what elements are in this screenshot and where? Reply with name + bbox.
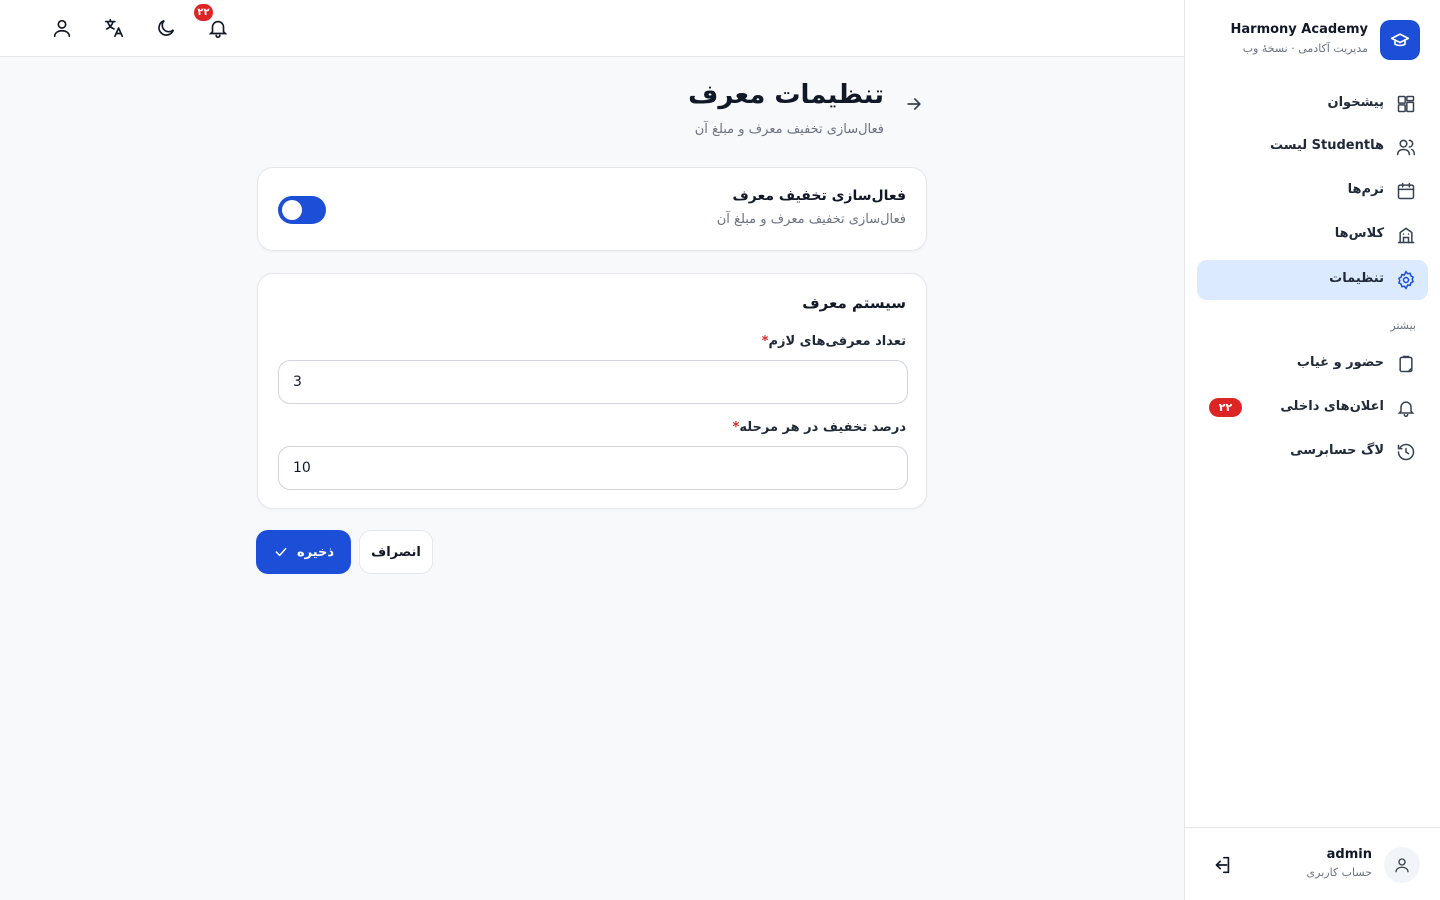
moon-icon[interactable] <box>155 17 177 39</box>
sidebar-item-label: لاگ حسابرسی <box>1290 443 1384 458</box>
save-button-label: ذخیره <box>296 544 335 560</box>
sidebar-item-classes[interactable]: کلاس‌ها <box>1197 215 1428 255</box>
dashboard-icon <box>1397 95 1415 113</box>
field-label-required-referrals: تعداد معرفی‌های لازم* <box>762 334 906 349</box>
sidebar-item-notifications[interactable]: اعلان‌های داخلی ۲۲ <box>1197 388 1428 428</box>
cancel-button-label: انصراف <box>371 544 421 560</box>
referral-system-card: سیستم معرف تعداد معرفی‌های لازم* درصد تخ… <box>257 273 927 509</box>
avatar[interactable] <box>1384 847 1420 883</box>
notification-count-badge: ۲۲ <box>1209 398 1242 417</box>
top-bar: ۲۲ <box>0 0 1184 57</box>
sidebar-item-label: حضور و غیاب <box>1296 355 1384 370</box>
arrow-right-icon[interactable] <box>904 94 924 114</box>
sidebar-item-label: تنظیمات <box>1329 271 1384 286</box>
referral-toggle-card: فعال‌سازی تخفیف معرف فعال‌سازی تخفیف معر… <box>257 167 927 251</box>
sidebar-item-label: کلاس‌ها <box>1334 226 1384 241</box>
logout-icon[interactable] <box>1211 854 1233 876</box>
users-icon <box>1396 139 1416 156</box>
page-subtitle: فعال‌سازی تخفیف معرف و مبلغ آن <box>694 122 884 137</box>
referral-discount-toggle[interactable] <box>278 196 326 224</box>
sidebar-item-dashboard[interactable]: پیشخوان <box>1197 84 1428 124</box>
discount-percent-input[interactable] <box>278 446 908 490</box>
sidebar-item-students[interactable]: لیست Studentها <box>1197 127 1428 167</box>
field-label-text: تعداد معرفی‌های لازم <box>768 334 906 349</box>
field-label-discount-percent: درصد تخفیف در هر مرحله* <box>733 420 907 435</box>
field-label-text: درصد تخفیف در هر مرحله <box>739 420 906 435</box>
graduation-cap-icon <box>1380 20 1420 60</box>
history-icon <box>1397 443 1415 461</box>
brand-subtitle: مدیریت آکادمی · نسخهٔ وب <box>1242 42 1368 55</box>
sidebar-item-label: پیشخوان <box>1327 95 1385 110</box>
user-role: حساب کاربری <box>1306 866 1372 879</box>
clipboard-icon <box>1399 355 1413 373</box>
sidebar-item-audit-log[interactable]: لاگ حسابرسی <box>1197 432 1428 472</box>
toggle-knob <box>282 200 302 220</box>
user-box: admin حساب کاربری <box>1185 827 1440 900</box>
calendar-icon <box>1397 182 1415 200</box>
brand-name: Harmony Academy <box>1230 22 1368 37</box>
sidebar-item-terms[interactable]: ترم‌ها <box>1197 171 1428 211</box>
cancel-button[interactable]: انصراف <box>359 530 433 574</box>
sidebar-item-label: لیست Studentها <box>1269 138 1384 153</box>
sidebar-item-settings[interactable]: تنظیمات <box>1197 260 1428 300</box>
save-button[interactable]: ذخیره <box>256 530 351 574</box>
user-name: admin <box>1326 847 1372 862</box>
toggle-title: فعال‌سازی تخفیف معرف <box>732 188 907 204</box>
user-icon[interactable] <box>51 17 73 39</box>
translate-icon[interactable] <box>103 17 125 39</box>
brand: Harmony Academy مدیریت آکادمی · نسخهٔ وب <box>1204 20 1420 60</box>
building-icon <box>1397 227 1415 244</box>
gear-icon <box>1397 270 1415 290</box>
page-title: تنظیمات معرف <box>688 80 884 110</box>
sidebar-item-label: اعلان‌های داخلی <box>1280 399 1384 414</box>
toggle-subtitle: فعال‌سازی تخفیف معرف و مبلغ آن <box>716 212 906 227</box>
sidebar-item-label: ترم‌ها <box>1347 182 1384 197</box>
sidebar-section-label: بیشتر <box>1390 319 1416 332</box>
bell-icon[interactable] <box>207 17 229 39</box>
sidebar: Harmony Academy مدیریت آکادمی · نسخهٔ وب… <box>1184 0 1440 900</box>
bell-icon <box>1397 401 1415 418</box>
check-icon <box>275 547 287 557</box>
required-referrals-input[interactable] <box>278 360 908 404</box>
notification-badge: ۲۲ <box>194 4 213 21</box>
sidebar-item-attendance[interactable]: حضور و غیاب <box>1197 344 1428 384</box>
card-title: سیستم معرف <box>802 294 906 312</box>
